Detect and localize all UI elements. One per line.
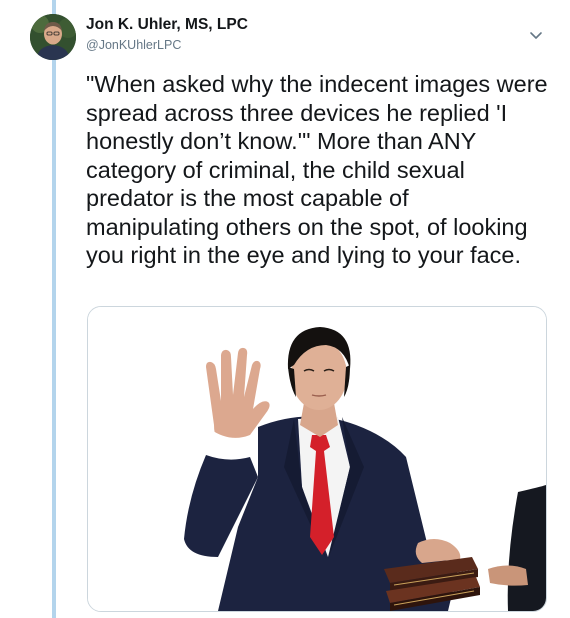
tweet-menu-button[interactable]: [527, 26, 545, 44]
thread-connector-line: [52, 0, 56, 618]
tweet-text: "When asked why the indecent images were…: [86, 71, 555, 268]
chevron-down-icon: [530, 32, 542, 39]
avatar-photo-icon: [30, 14, 76, 60]
tweet-media-image[interactable]: [87, 306, 547, 612]
man-swearing-oath-photo: [88, 307, 546, 611]
author-display-name[interactable]: Jon K. Uhler, MS, LPC: [86, 16, 248, 34]
avatar[interactable]: [30, 14, 76, 60]
author-handle[interactable]: @JonKUhlerLPC: [86, 38, 181, 52]
